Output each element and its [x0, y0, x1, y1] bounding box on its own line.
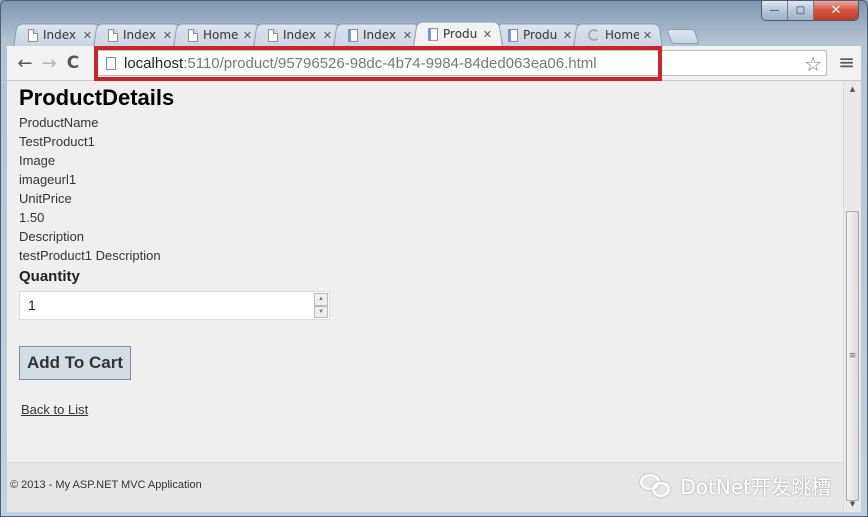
url-path: :5110/product/95796526-98dc-4b74-9984-84…	[183, 54, 597, 72]
tab-home-1[interactable]: Home ✕	[173, 23, 263, 47]
add-to-cart-button[interactable]: Add To Cart	[19, 346, 132, 380]
tab-title: Produ	[522, 28, 558, 42]
minimize-button[interactable]: —	[762, 1, 788, 20]
product-details: ProductDetails ProductName TestProduct1 …	[19, 85, 330, 417]
tab-close-icon[interactable]: ✕	[563, 29, 572, 42]
maximize-button[interactable]: ▢	[788, 1, 814, 20]
tab-close-icon[interactable]: ✕	[163, 29, 172, 42]
tab-product-active[interactable]: Produ ✕	[413, 21, 503, 47]
decrement-arrow-icon[interactable]: ▼	[314, 305, 328, 318]
tab-product-2[interactable]: Produ ✕	[493, 23, 583, 47]
field-label-unitprice: UnitPrice	[19, 191, 72, 206]
tab-index-1[interactable]: Index ✕	[13, 23, 103, 47]
scroll-down-arrow-icon[interactable]: ▼	[844, 496, 861, 512]
close-window-button[interactable]: ✕	[814, 1, 858, 20]
vertical-scrollbar[interactable]: ▲ ≡ ▼	[843, 81, 861, 512]
footer-copyright: © 2013 - My ASP.NET MVC Application	[10, 479, 202, 491]
tab-close-icon[interactable]: ✕	[83, 29, 92, 42]
tab-title: Produ	[442, 27, 478, 41]
app-page-icon	[507, 28, 519, 42]
window-controls: — ▢ ✕	[761, 1, 859, 21]
tab-home-loading[interactable]: Home ✕	[573, 23, 663, 47]
quantity-label: Quantity	[19, 268, 80, 285]
tab-close-icon[interactable]: ✕	[403, 29, 412, 42]
page-icon	[106, 56, 116, 70]
tab-title: Home	[604, 28, 639, 42]
page-title: ProductDetails	[19, 85, 175, 110]
address-bar[interactable]: localhost:5110/product/95796526-98dc-4b7…	[97, 50, 827, 76]
browser-toolbar: ← → C localhost:5110/product/95796526-98…	[7, 46, 861, 81]
back-to-list-link[interactable]: Back to List	[21, 402, 330, 417]
page-viewport: ProductDetails ProductName TestProduct1 …	[7, 81, 861, 512]
page-icon	[187, 28, 199, 42]
browser-window: — ▢ ✕ Index ✕ Index ✕ Home ✕ Index ✕ Ind…	[0, 0, 868, 517]
url-text[interactable]: localhost:5110/product/95796526-98dc-4b7…	[124, 55, 597, 72]
field-label-productname: ProductName	[19, 115, 99, 130]
field-value-unitprice: 1.50	[19, 210, 45, 225]
tab-title: Index	[282, 28, 317, 42]
tab-title: Index	[122, 28, 157, 42]
app-page-icon	[427, 27, 439, 41]
new-tab-button[interactable]	[666, 29, 700, 44]
wechat-watermark: DotNet开发跳槽	[640, 471, 831, 500]
scroll-up-arrow-icon[interactable]: ▲	[844, 81, 861, 97]
page-icon	[27, 28, 39, 42]
bookmark-star-icon[interactable]: ☆	[804, 52, 822, 76]
field-value-description: testProduct1 Description	[19, 248, 161, 263]
wechat-logo-icon	[640, 473, 674, 498]
increment-arrow-icon[interactable]: ▲	[314, 293, 328, 306]
reload-button[interactable]: C	[61, 51, 85, 75]
url-host: localhost	[124, 54, 184, 72]
tab-close-icon[interactable]: ✕	[483, 28, 492, 41]
loading-spinner-icon	[587, 29, 601, 41]
field-value-productname: TestProduct1	[19, 134, 95, 149]
tab-close-icon[interactable]: ✕	[643, 29, 652, 42]
tab-title: Index	[42, 28, 77, 42]
watermark-text: DotNet开发跳槽	[680, 475, 831, 499]
back-button[interactable]: ←	[13, 51, 37, 75]
tab-index-3[interactable]: Index ✕	[253, 23, 343, 47]
tab-close-icon[interactable]: ✕	[243, 29, 252, 42]
tab-strip: Index ✕ Index ✕ Home ✕ Index ✕ Index ✕ P…	[13, 21, 700, 47]
menu-icon[interactable]: ≡	[838, 52, 855, 72]
quantity-stepper[interactable]: 1 ▲ ▼	[19, 291, 330, 320]
field-value-image: imageurl1	[19, 172, 77, 187]
scrollbar-thumb[interactable]: ≡	[846, 211, 859, 501]
tab-index-2[interactable]: Index ✕	[93, 23, 183, 47]
tab-title: Home	[202, 28, 239, 42]
field-label-description: Description	[19, 229, 85, 244]
field-label-image: Image	[19, 153, 56, 168]
app-page-icon	[347, 28, 359, 42]
quantity-value[interactable]: 1	[28, 297, 36, 313]
tab-close-icon[interactable]: ✕	[323, 29, 332, 42]
spin-buttons: ▲ ▼	[314, 293, 328, 318]
tab-title: Index	[362, 28, 397, 42]
page-icon	[267, 28, 279, 42]
forward-button[interactable]: →	[37, 51, 61, 75]
tab-index-4[interactable]: Index ✕	[333, 23, 423, 47]
page-icon	[107, 28, 119, 42]
